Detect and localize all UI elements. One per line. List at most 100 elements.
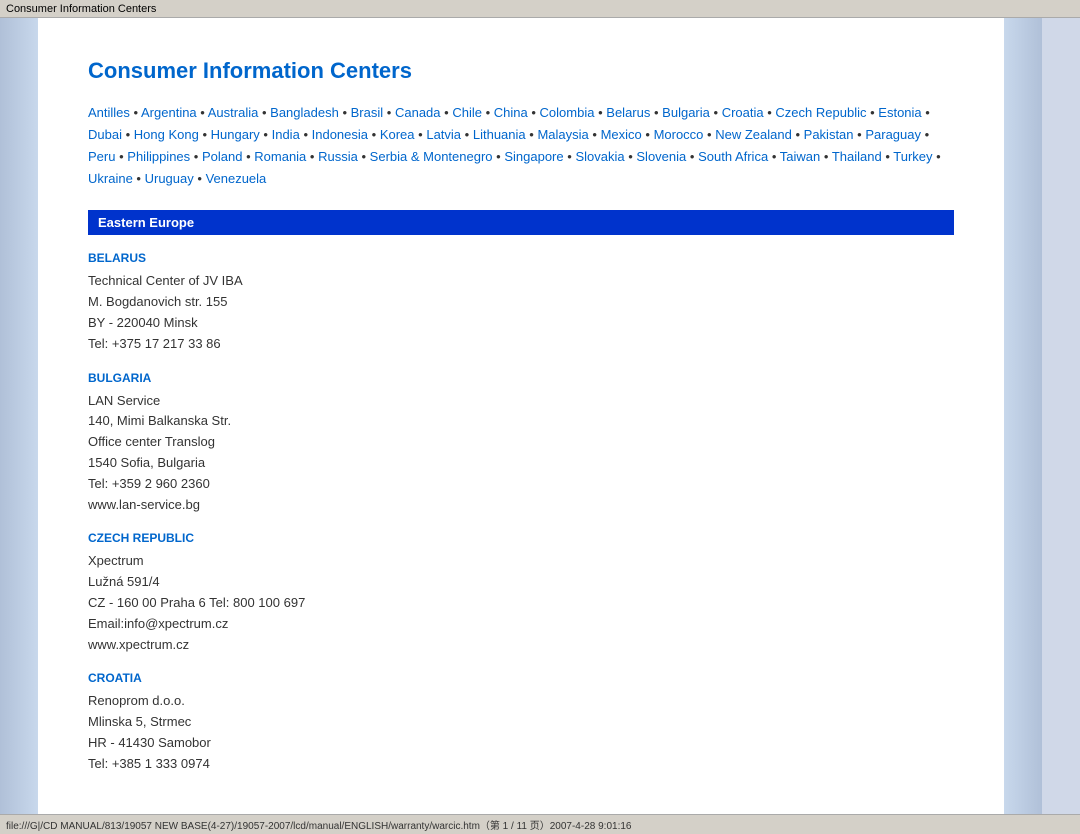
separator: •	[592, 127, 597, 142]
separator: •	[444, 105, 449, 120]
page-title: Consumer Information Centers	[88, 58, 954, 84]
separator: •	[465, 127, 470, 142]
sections-container: BELARUS Technical Center of JV IBA M. Bog…	[88, 251, 954, 774]
country-link-colombia[interactable]: Colombia	[540, 105, 595, 120]
country-link-latvia[interactable]: Latvia	[426, 127, 461, 142]
title-bar-text: Consumer Information Centers	[6, 3, 156, 15]
separator: •	[197, 171, 202, 186]
separator: •	[567, 149, 572, 164]
separator: •	[936, 149, 941, 164]
country-link-hong-kong[interactable]: Hong Kong	[134, 127, 199, 142]
countries-links: Antilles • Argentina • Australia • Bangl…	[88, 102, 954, 190]
separator: •	[531, 105, 536, 120]
heading-belarus: BELARUS	[88, 251, 954, 265]
section-croatia: CROATIARenoprom d.o.o. Mlinska 5, Strmec…	[88, 671, 954, 774]
separator: •	[628, 149, 633, 164]
country-link-serbia-and-montenegro[interactable]: Serbia & Montenegro	[370, 149, 493, 164]
separator: •	[263, 127, 268, 142]
country-link-pakistan[interactable]: Pakistan	[804, 127, 854, 142]
country-link-thailand[interactable]: Thailand	[832, 149, 882, 164]
country-link-slovenia[interactable]: Slovenia	[636, 149, 686, 164]
country-link-brasil[interactable]: Brasil	[351, 105, 384, 120]
country-link-canada[interactable]: Canada	[395, 105, 441, 120]
country-link-poland[interactable]: Poland	[202, 149, 242, 164]
section-header: Eastern Europe	[88, 210, 954, 235]
section-belarus: BELARUS Technical Center of JV IBA M. Bog…	[88, 251, 954, 354]
country-link-india[interactable]: India	[272, 127, 300, 142]
separator: •	[134, 105, 139, 120]
separator: •	[418, 127, 423, 142]
separator: •	[246, 149, 251, 164]
separator: •	[925, 105, 930, 120]
country-link-taiwan[interactable]: Taiwan	[780, 149, 820, 164]
country-link-uruguay[interactable]: Uruguay	[145, 171, 194, 186]
country-link-morocco[interactable]: Morocco	[654, 127, 704, 142]
country-link-romania[interactable]: Romania	[254, 149, 306, 164]
separator: •	[795, 127, 800, 142]
details-belarus: Technical Center of JV IBA M. Bogdanovic…	[88, 271, 954, 354]
country-link-philippines[interactable]: Philippines	[127, 149, 190, 164]
separator: •	[372, 127, 377, 142]
country-link-korea[interactable]: Korea	[380, 127, 415, 142]
separator: •	[870, 105, 875, 120]
separator: •	[767, 105, 772, 120]
country-link-dubai[interactable]: Dubai	[88, 127, 122, 142]
country-link-bulgaria[interactable]: Bulgaria	[662, 105, 710, 120]
country-link-argentina[interactable]: Argentina	[141, 105, 197, 120]
country-link-antilles[interactable]: Antilles	[88, 105, 130, 120]
section-bulgaria: BULGARIA LAN Service 140, Mimi Balkanska …	[88, 371, 954, 516]
country-link-australia[interactable]: Australia	[208, 105, 259, 120]
country-link-hungary[interactable]: Hungary	[211, 127, 260, 142]
country-link-bangladesh[interactable]: Bangladesh	[270, 105, 339, 120]
country-link-new-zealand[interactable]: New Zealand	[715, 127, 792, 142]
separator: •	[707, 127, 712, 142]
status-bar-text: file:///G|/CD MANUAL/813/19057 NEW BASE(…	[6, 817, 631, 832]
country-link-croatia[interactable]: Croatia	[722, 105, 764, 120]
separator: •	[496, 149, 501, 164]
status-bar: file:///G|/CD MANUAL/813/19057 NEW BASE(…	[0, 814, 1080, 834]
country-link-south-africa[interactable]: South Africa	[698, 149, 768, 164]
details-croatia: Renoprom d.o.o. Mlinska 5, Strmec HR - 4…	[88, 691, 954, 774]
separator: •	[126, 127, 131, 142]
separator: •	[857, 127, 862, 142]
country-link-malaysia[interactable]: Malaysia	[537, 127, 588, 142]
right-sidebar-2	[1042, 18, 1080, 814]
country-link-paraguay[interactable]: Paraguay	[865, 127, 921, 142]
section-czech-republic: CZECH REPUBLICXpectrum Lužná 591/4 CZ - …	[88, 531, 954, 655]
separator: •	[690, 149, 695, 164]
details-bulgaria: LAN Service 140, Mimi Balkanska Str. Off…	[88, 391, 954, 516]
country-link-ukraine[interactable]: Ukraine	[88, 171, 133, 186]
country-link-turkey[interactable]: Turkey	[893, 149, 932, 164]
country-link-indonesia[interactable]: Indonesia	[312, 127, 368, 142]
separator: •	[824, 149, 829, 164]
right-sidebar-1	[1004, 18, 1042, 814]
separator: •	[262, 105, 267, 120]
details-czech-republic: Xpectrum Lužná 591/4 CZ - 160 00 Praha 6…	[88, 551, 954, 655]
country-link-mexico[interactable]: Mexico	[601, 127, 642, 142]
country-link-slovakia[interactable]: Slovakia	[575, 149, 624, 164]
country-link-belarus[interactable]: Belarus	[606, 105, 650, 120]
separator: •	[310, 149, 315, 164]
country-link-singapore[interactable]: Singapore	[504, 149, 563, 164]
country-link-russia[interactable]: Russia	[318, 149, 358, 164]
left-sidebar	[0, 18, 38, 814]
country-link-lithuania[interactable]: Lithuania	[473, 127, 526, 142]
separator: •	[486, 105, 491, 120]
country-link-china[interactable]: China	[494, 105, 528, 120]
separator: •	[119, 149, 124, 164]
country-link-venezuela[interactable]: Venezuela	[206, 171, 267, 186]
separator: •	[529, 127, 534, 142]
content-area: Consumer Information Centers Antilles • …	[38, 18, 1004, 814]
heading-bulgaria: BULGARIA	[88, 371, 954, 385]
separator: •	[202, 127, 207, 142]
country-link-chile[interactable]: Chile	[452, 105, 482, 120]
separator: •	[200, 105, 205, 120]
separator: •	[772, 149, 777, 164]
title-bar: Consumer Information Centers	[0, 0, 1080, 18]
separator: •	[885, 149, 890, 164]
country-link-peru[interactable]: Peru	[88, 149, 115, 164]
country-link-czech-republic[interactable]: Czech Republic	[775, 105, 866, 120]
separator: •	[361, 149, 366, 164]
country-link-estonia[interactable]: Estonia	[878, 105, 921, 120]
separator: •	[194, 149, 199, 164]
